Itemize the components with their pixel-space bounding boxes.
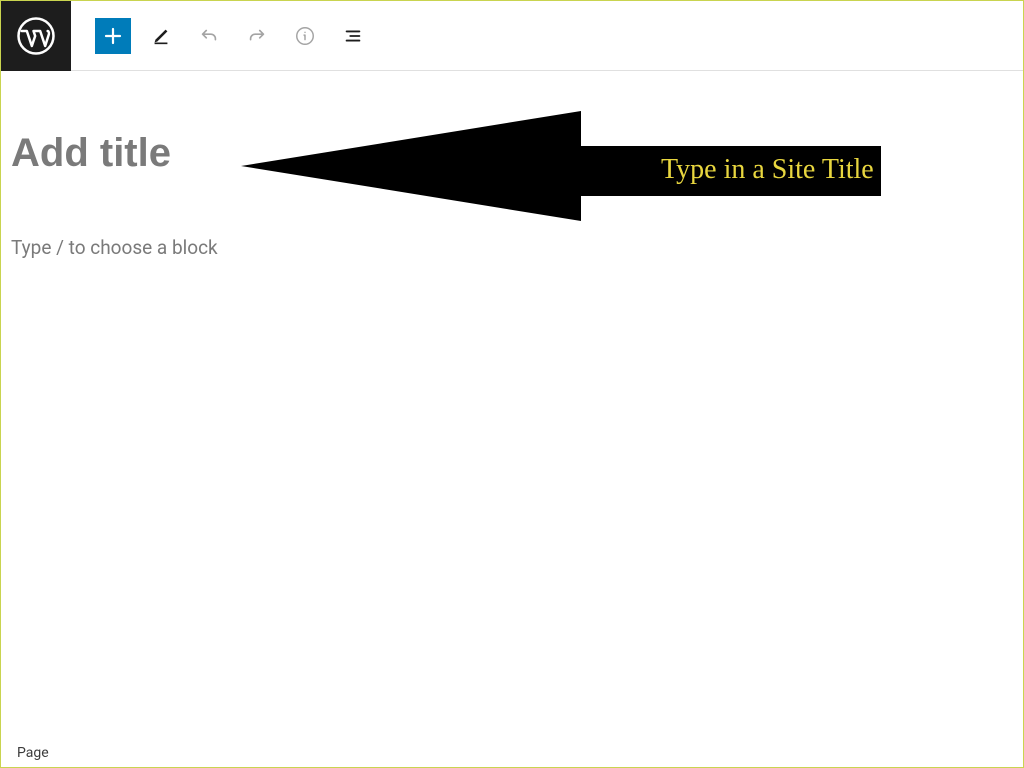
toolbar-buttons — [71, 18, 371, 54]
post-title-input[interactable] — [11, 131, 251, 176]
block-placeholder[interactable]: Type / to choose a block — [11, 236, 1013, 259]
breadcrumb[interactable]: Page — [17, 745, 49, 761]
editor-canvas: Type / to choose a block — [1, 71, 1023, 269]
editor-footer: Page — [1, 741, 65, 767]
undo-icon — [198, 25, 220, 47]
redo-button — [239, 18, 275, 54]
editor-toolbar — [1, 1, 1023, 71]
wordpress-icon — [16, 16, 56, 56]
add-block-button[interactable] — [95, 18, 131, 54]
pencil-icon — [150, 25, 172, 47]
wordpress-logo[interactable] — [1, 1, 71, 71]
edit-tool-button[interactable] — [143, 18, 179, 54]
info-icon — [294, 25, 316, 47]
outline-button[interactable] — [335, 18, 371, 54]
plus-icon — [101, 24, 125, 48]
redo-icon — [246, 25, 268, 47]
outline-icon — [342, 25, 364, 47]
undo-button — [191, 18, 227, 54]
info-button[interactable] — [287, 18, 323, 54]
